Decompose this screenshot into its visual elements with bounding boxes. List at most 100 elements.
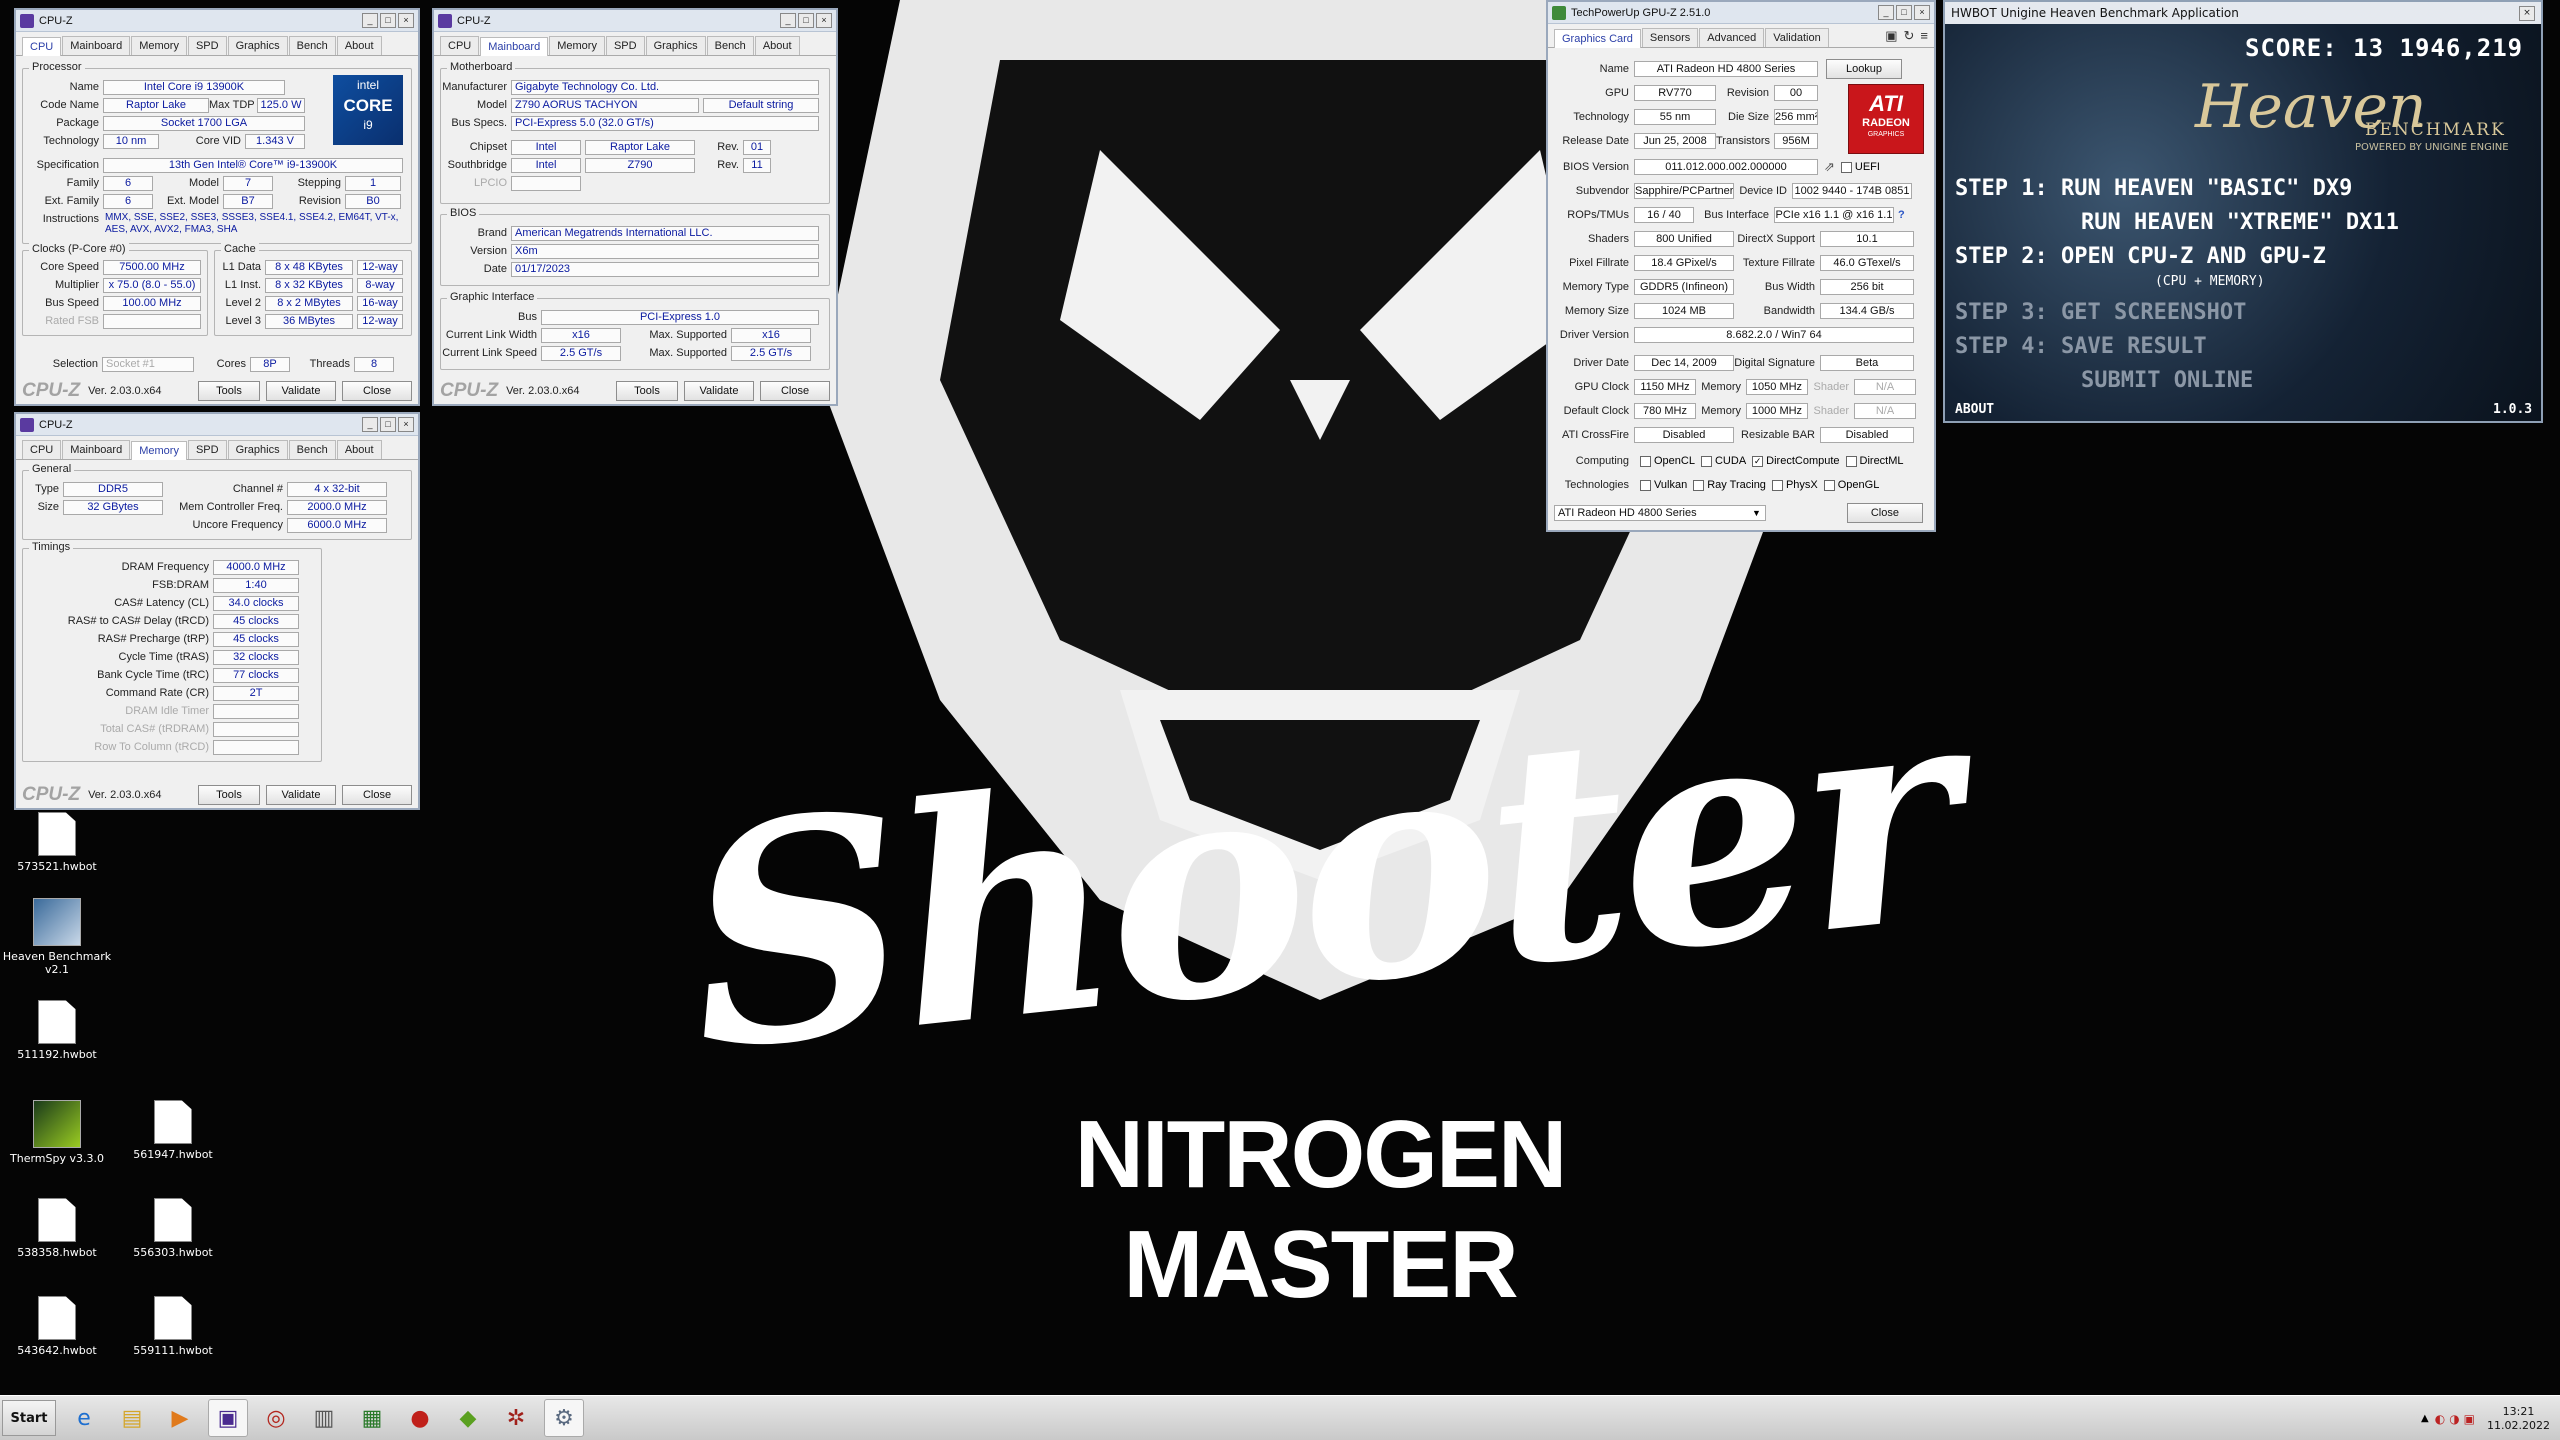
close-window-button[interactable]: ×: [816, 13, 832, 28]
desktop-icon-file[interactable]: 543642.hwbot: [2, 1296, 112, 1357]
submit-online-button[interactable]: SUBMIT ONLINE: [2081, 368, 2253, 393]
gpu-select-dropdown[interactable]: ATI Radeon HD 4800 Series: [1554, 505, 1766, 521]
tab-sensors[interactable]: Sensors: [1641, 28, 1699, 47]
tab-about[interactable]: About: [336, 36, 382, 55]
clock[interactable]: 13:21 11.02.2022: [2487, 1405, 2550, 1433]
socket-select[interactable]: Socket #1: [102, 356, 194, 372]
ray-tracing-checkbox[interactable]: [1693, 479, 1705, 491]
desktop-icon-file[interactable]: 511192.hwbot: [2, 1000, 112, 1061]
window-titlebar[interactable]: CPU-Z _ □ ×: [16, 414, 418, 436]
step1-run-basic-button[interactable]: STEP 1: RUN HEAVEN "BASIC" DX9: [1955, 176, 2352, 201]
opengl-checkbox[interactable]: [1823, 479, 1835, 491]
vulkan-checkbox[interactable]: [1640, 479, 1651, 491]
folder-icon[interactable]: ▤: [112, 1399, 152, 1437]
refresh-icon[interactable]: ↻: [1904, 28, 1915, 47]
tab-bench[interactable]: Bench: [706, 36, 754, 55]
cpuz-memory-window[interactable]: CPU-Z _ □ × CPU Mainboard Memory SPD Graph…: [14, 412, 420, 810]
tab-validation[interactable]: Validation: [1765, 28, 1829, 47]
monitor-tool-icon[interactable]: ▦: [352, 1399, 392, 1437]
heaven-benchmark-window[interactable]: HWBOT Unigine Heaven Benchmark Applicati…: [1943, 0, 2543, 423]
desktop-icon-thermspy[interactable]: ThermSpy v3.3.0: [2, 1100, 112, 1165]
tab-memory[interactable]: Memory: [549, 36, 605, 55]
gpuz-window[interactable]: TechPowerUp GPU-Z 2.51.0 _ □ × Graphics Ca…: [1546, 0, 1936, 532]
close-window-button[interactable]: ×: [2519, 5, 2535, 21]
tab-graphics[interactable]: Graphics: [227, 440, 288, 459]
tab-advanced[interactable]: Advanced: [1699, 28, 1765, 47]
close-window-button[interactable]: ×: [1914, 5, 1930, 20]
validate-button[interactable]: Validate: [266, 381, 336, 401]
tools-button[interactable]: Tools: [198, 381, 260, 401]
tools-button[interactable]: Tools: [616, 381, 678, 401]
tab-cpu[interactable]: CPU: [22, 440, 62, 459]
tab-cpu[interactable]: CPU: [440, 36, 480, 55]
desktop-icon-file[interactable]: 573521.hwbot: [2, 812, 112, 873]
validate-button[interactable]: Validate: [684, 381, 754, 401]
tab-spd[interactable]: SPD: [605, 36, 645, 55]
tab-graphics-card[interactable]: Graphics Card: [1554, 29, 1641, 48]
close-button[interactable]: Close: [760, 381, 830, 401]
internet-explorer-icon[interactable]: e: [64, 1399, 104, 1437]
stress-tool-icon[interactable]: ✲: [496, 1399, 536, 1437]
heaven-taskbar-icon[interactable]: ⚙: [544, 1399, 584, 1437]
share-icon[interactable]: ⇗: [1824, 159, 1835, 175]
power-icon[interactable]: ▣: [2464, 1412, 2475, 1426]
maximize-button[interactable]: □: [798, 13, 814, 28]
desktop-icon-heaven[interactable]: Heaven Benchmark v2.1: [2, 898, 112, 976]
tab-bench[interactable]: Bench: [288, 440, 336, 459]
menu-icon[interactable]: ≡: [1920, 28, 1928, 47]
volume-icon[interactable]: ◑: [2449, 1412, 2459, 1426]
tab-cpu[interactable]: CPU: [22, 37, 62, 56]
benchmark-tool-icon[interactable]: ●: [400, 1399, 440, 1437]
validate-button[interactable]: Validate: [266, 785, 336, 805]
maximize-button[interactable]: □: [380, 417, 396, 432]
close-window-button[interactable]: ×: [398, 417, 414, 432]
window-titlebar[interactable]: CPU-Z _ □ ×: [434, 10, 836, 32]
cuda-checkbox[interactable]: [1700, 455, 1712, 467]
media-player-icon[interactable]: ▶: [160, 1399, 200, 1437]
start-button[interactable]: Start: [2, 1400, 56, 1436]
maximize-button[interactable]: □: [380, 13, 396, 28]
tab-spd[interactable]: SPD: [187, 440, 227, 459]
tab-memory[interactable]: Memory: [131, 36, 187, 55]
tab-mainboard[interactable]: Mainboard: [480, 37, 549, 56]
lookup-button[interactable]: Lookup: [1826, 59, 1902, 79]
close-button[interactable]: Close: [342, 785, 412, 805]
directcompute-checkbox[interactable]: ✓: [1752, 455, 1764, 467]
step4-save-result-button[interactable]: STEP 4: SAVE RESULT: [1955, 334, 2207, 359]
physx-checkbox[interactable]: [1771, 479, 1783, 491]
directml-checkbox[interactable]: [1845, 455, 1857, 467]
desktop-icon-file[interactable]: 538358.hwbot: [2, 1198, 112, 1259]
maximize-button[interactable]: □: [1896, 5, 1912, 20]
cpuz-mainboard-window[interactable]: CPU-Z _ □ × CPU Mainboard Memory SPD Graph…: [432, 8, 838, 406]
window-titlebar[interactable]: CPU-Z _ □ ×: [16, 10, 418, 32]
minimize-button[interactable]: _: [780, 13, 796, 28]
tab-bench[interactable]: Bench: [288, 36, 336, 55]
gpu-tool-icon[interactable]: ◆: [448, 1399, 488, 1437]
close-window-button[interactable]: ×: [398, 13, 414, 28]
tab-graphics[interactable]: Graphics: [645, 36, 706, 55]
tab-about[interactable]: About: [754, 36, 800, 55]
minimize-button[interactable]: _: [362, 13, 378, 28]
step1-run-xtreme-button[interactable]: RUN HEAVEN "XTREME" DX11: [2081, 210, 2399, 235]
network-icon[interactable]: ◐: [2435, 1412, 2445, 1426]
minimize-button[interactable]: _: [362, 417, 378, 432]
step3-screenshot-button[interactable]: STEP 3: GET SCREENSHOT: [1955, 300, 2246, 325]
desktop-icon-file[interactable]: 559111.hwbot: [118, 1296, 228, 1357]
tab-graphics[interactable]: Graphics: [227, 36, 288, 55]
tab-memory[interactable]: Memory: [131, 441, 187, 460]
window-titlebar[interactable]: TechPowerUp GPU-Z 2.51.0 _ □ ×: [1548, 2, 1934, 24]
tab-mainboard[interactable]: Mainboard: [62, 440, 131, 459]
window-tool-icon[interactable]: ▥: [304, 1399, 344, 1437]
tab-mainboard[interactable]: Mainboard: [62, 36, 131, 55]
tab-about[interactable]: About: [336, 440, 382, 459]
desktop-icon-file[interactable]: 561947.hwbot: [118, 1100, 228, 1161]
step2-open-cpuz-gpuz-button[interactable]: STEP 2: OPEN CPU-Z AND GPU-Z: [1955, 244, 2326, 269]
help-icon[interactable]: ?: [1898, 209, 1905, 221]
minimize-button[interactable]: _: [1878, 5, 1894, 20]
opencl-checkbox[interactable]: [1640, 455, 1651, 467]
tab-spd[interactable]: SPD: [187, 36, 227, 55]
uefi-checkbox[interactable]: [1840, 161, 1852, 173]
close-button[interactable]: Close: [342, 381, 412, 401]
cpuz-cpu-window[interactable]: CPU-Z _ □ × CPU Mainboard Memory SPD Graph…: [14, 8, 420, 406]
tray-expand-icon[interactable]: ▲: [2421, 1413, 2429, 1424]
